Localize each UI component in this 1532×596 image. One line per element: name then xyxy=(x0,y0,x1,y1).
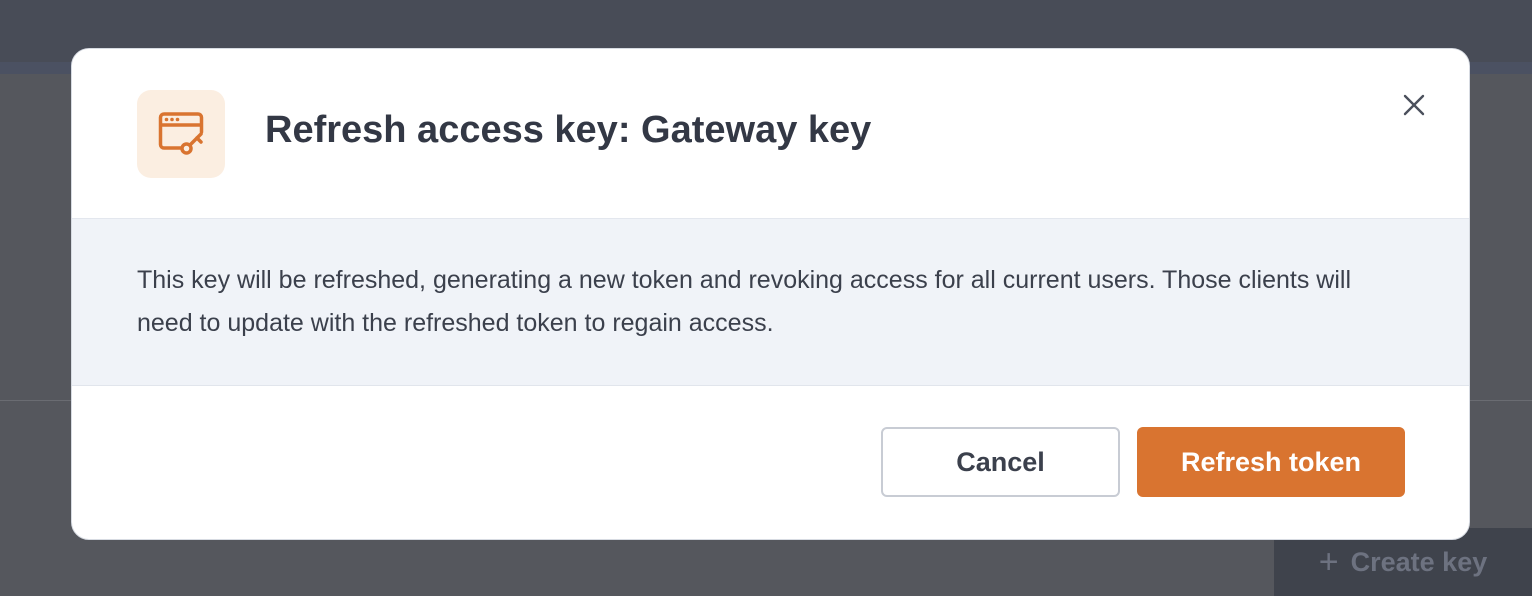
cancel-button[interactable]: Cancel xyxy=(881,427,1120,497)
dialog-title: Refresh access key: Gateway key xyxy=(265,109,872,151)
refresh-key-dialog: Refresh access key: Gateway key This key… xyxy=(71,48,1470,540)
browser-key-icon-graphic xyxy=(158,112,204,155)
dialog-header: Refresh access key: Gateway key xyxy=(72,49,1469,219)
close-icon-graphic xyxy=(1403,94,1425,116)
create-key-label: Create key xyxy=(1350,546,1488,577)
dialog-message: This key will be refreshed, generating a… xyxy=(137,266,1352,337)
dialog-body: This key will be refreshed, generating a… xyxy=(72,219,1469,386)
plus-icon: + xyxy=(1318,543,1339,581)
refresh-token-button[interactable]: Refresh token xyxy=(1137,427,1405,497)
browser-key-icon xyxy=(137,90,225,178)
close-icon[interactable] xyxy=(1398,89,1430,121)
